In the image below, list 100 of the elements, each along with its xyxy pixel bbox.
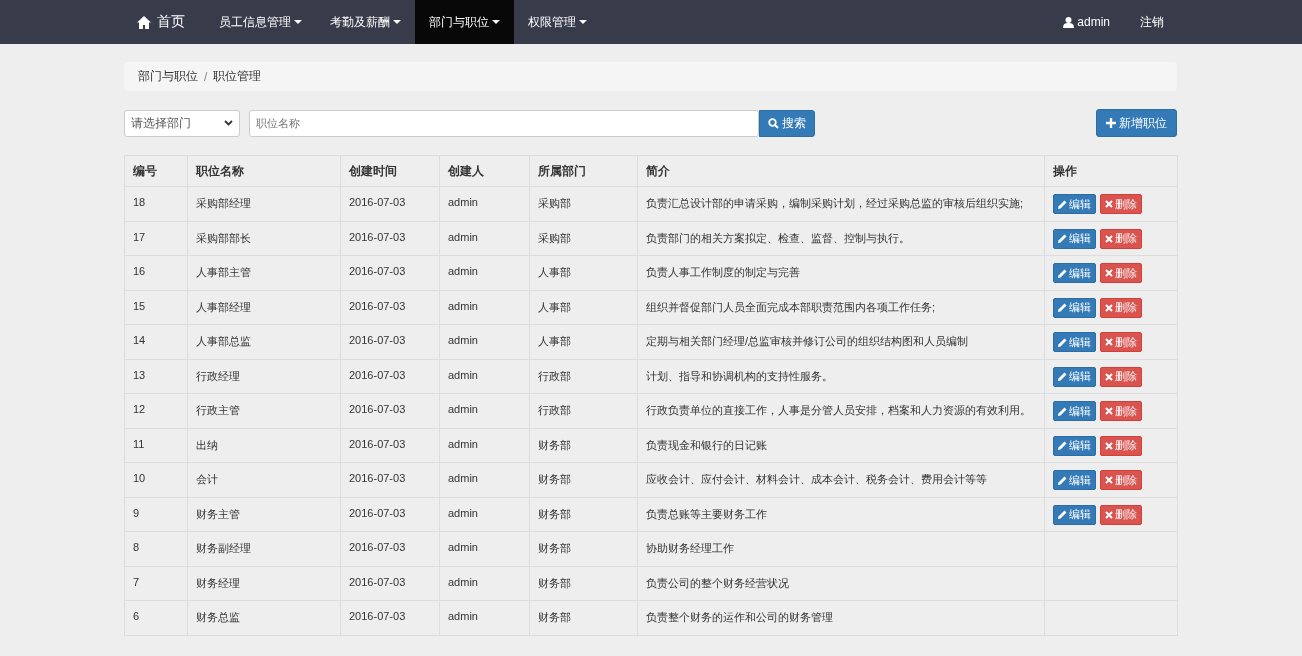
created-date-cell: 2016-07-03: [340, 531, 440, 566]
edit-button[interactable]: 编辑: [1053, 366, 1096, 387]
department-cell: 人事部: [529, 290, 638, 325]
description-cell: 负责汇总设计部的申请采购，编制采购计划，经过采购总监的审核后组织实施;: [637, 186, 1045, 221]
position-name-cell: 采购部经理: [187, 186, 341, 221]
created-date-cell: 2016-07-03: [340, 255, 440, 290]
plus-icon: [1106, 118, 1116, 128]
creator-cell: admin: [439, 290, 530, 325]
position-name-cell: 财务主管: [187, 497, 341, 532]
column-header: 创建人: [439, 155, 530, 187]
home-icon: [137, 15, 151, 29]
id-cell: 12: [124, 393, 188, 428]
delete-button[interactable]: 删除: [1100, 470, 1142, 490]
column-header: 职位名称: [187, 155, 341, 187]
position-name-cell: 采购部部长: [187, 221, 341, 256]
created-date-cell: 2016-07-03: [340, 221, 440, 256]
pencil-icon: [1058, 510, 1067, 519]
nav-menu-item[interactable]: 员工信息管理: [205, 0, 316, 44]
department-cell: 行政部: [529, 359, 638, 394]
creator-cell: admin: [439, 324, 530, 359]
search-icon: [768, 117, 779, 129]
delete-button[interactable]: 删除: [1100, 504, 1142, 525]
created-date-cell: 2016-07-03: [340, 600, 440, 635]
pencil-icon: [1058, 441, 1067, 450]
created-date-cell: 2016-07-03: [340, 462, 440, 497]
department-cell: 财务部: [529, 531, 638, 566]
edit-button[interactable]: 编辑: [1053, 435, 1096, 456]
creator-cell: admin: [439, 221, 530, 256]
add-position-button[interactable]: 新增职位: [1096, 109, 1177, 137]
department-select[interactable]: 请选择部门: [124, 109, 240, 137]
description-cell: 负责整个财务的运作和公司的财务管理: [637, 600, 1045, 635]
logout-link[interactable]: 注销: [1124, 0, 1178, 44]
user-menu-link[interactable]: admin: [1049, 0, 1124, 44]
delete-button[interactable]: 删除: [1100, 297, 1142, 318]
created-date-cell: 2016-07-03: [340, 324, 440, 359]
edit-button[interactable]: 编辑: [1053, 194, 1096, 214]
position-name-cell: 行政经理: [187, 359, 341, 394]
delete-button[interactable]: 删除: [1100, 228, 1142, 249]
search-button[interactable]: 搜索: [759, 109, 815, 137]
created-date-cell: 2016-07-03: [340, 497, 440, 532]
column-header: 编号: [124, 155, 188, 187]
nav-menu-item[interactable]: 部门与职位: [415, 0, 514, 44]
description-cell: 负责总账等主要财务工作: [637, 497, 1045, 532]
id-cell: 17: [124, 221, 188, 256]
position-name-cell: 财务总监: [187, 600, 341, 635]
close-icon: [1105, 407, 1113, 415]
nav-menu-item[interactable]: 首页: [124, 0, 205, 44]
edit-button[interactable]: 编辑: [1053, 332, 1096, 352]
pencil-icon: [1058, 337, 1067, 347]
position-name-field[interactable]: 职位名称: [249, 109, 759, 137]
nav-menu-item[interactable]: 考勤及薪酬: [316, 0, 415, 44]
description-cell: 组织并督促部门人员全面完成本部职责范围内各项工作任务;: [637, 290, 1045, 325]
description-cell: 负责公司的整个财务经营状况: [637, 566, 1045, 601]
created-date-cell: 2016-07-03: [340, 428, 440, 463]
id-cell: 10: [124, 462, 188, 497]
edit-button[interactable]: 编辑: [1053, 470, 1096, 490]
delete-button[interactable]: 删除: [1100, 332, 1142, 352]
id-cell: 16: [124, 255, 188, 290]
department-cell: 采购部: [529, 186, 638, 221]
caret-icon: [492, 20, 500, 24]
description-cell: 负责人事工作制度的制定与完善: [637, 255, 1045, 290]
delete-button[interactable]: 删除: [1100, 401, 1142, 421]
breadcrumb-separator: /: [204, 69, 208, 84]
delete-button[interactable]: 删除: [1100, 366, 1142, 387]
edit-button[interactable]: 编辑: [1053, 297, 1096, 318]
description-cell: 应收会计、应付会计、材料会计、成本会计、税务会计、费用会计等等: [637, 462, 1045, 497]
position-name-cell: 人事部经理: [187, 290, 341, 325]
breadcrumb-item: 职位管理: [213, 68, 262, 85]
creator-cell: admin: [439, 462, 530, 497]
close-icon: [1105, 303, 1113, 312]
edit-button[interactable]: 编辑: [1053, 228, 1096, 249]
department-cell: 人事部: [529, 255, 638, 290]
close-icon: [1105, 200, 1113, 208]
column-header: 操作: [1044, 155, 1178, 187]
edit-button[interactable]: 编辑: [1053, 504, 1096, 525]
breadcrumb-item[interactable]: 部门与职位: [138, 68, 198, 85]
id-cell: 7: [124, 566, 188, 601]
delete-button[interactable]: 删除: [1100, 435, 1142, 456]
id-cell: 14: [124, 324, 188, 359]
pencil-icon: [1058, 234, 1067, 243]
position-name-cell: 人事部总监: [187, 324, 341, 359]
user-icon: [1063, 16, 1075, 28]
creator-cell: admin: [439, 566, 530, 601]
pencil-icon: [1058, 199, 1067, 209]
delete-button[interactable]: 删除: [1100, 263, 1142, 283]
nav-menu-item[interactable]: 权限管理: [514, 0, 601, 44]
creator-cell: admin: [439, 393, 530, 428]
created-date-cell: 2016-07-03: [340, 186, 440, 221]
caret-icon: [294, 20, 302, 24]
id-cell: 15: [124, 290, 188, 325]
column-header: 所属部门: [529, 155, 638, 187]
edit-button[interactable]: 编辑: [1053, 263, 1096, 283]
department-cell: 财务部: [529, 462, 638, 497]
edit-button[interactable]: 编辑: [1053, 401, 1096, 421]
creator-cell: admin: [439, 428, 530, 463]
pencil-icon: [1058, 406, 1067, 416]
creator-cell: admin: [439, 531, 530, 566]
close-icon: [1105, 372, 1113, 381]
creator-cell: admin: [439, 359, 530, 394]
delete-button[interactable]: 删除: [1100, 194, 1142, 214]
